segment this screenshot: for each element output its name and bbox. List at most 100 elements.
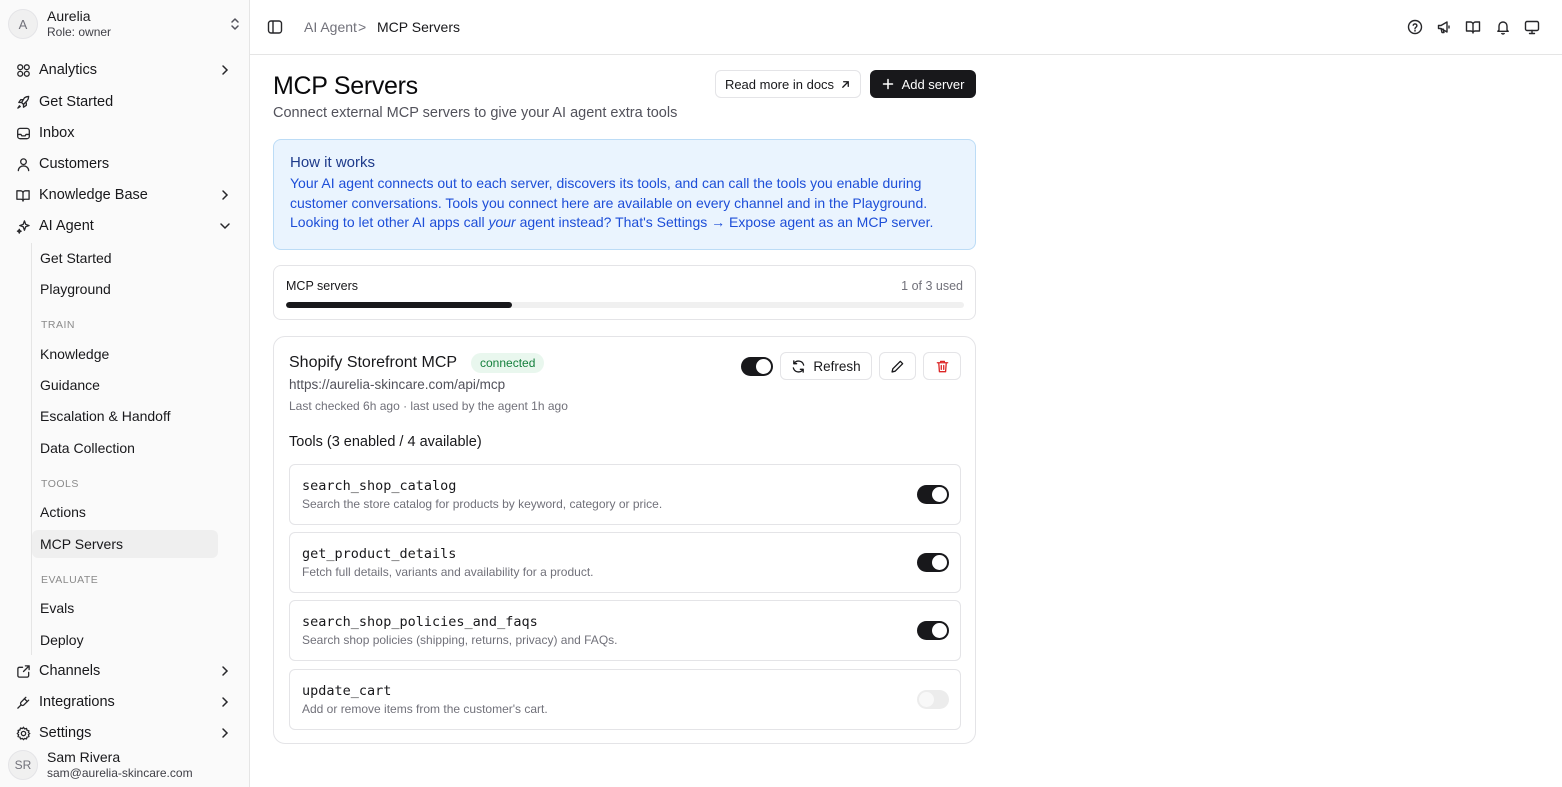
breadcrumb-current: MCP Servers xyxy=(377,19,460,35)
user-avatar: SR xyxy=(8,750,38,780)
tool-name: get_product_details xyxy=(302,546,457,562)
subnav-get-started[interactable]: Get Started xyxy=(32,244,218,272)
subnav-playground[interactable]: Playground xyxy=(32,275,218,303)
chevrons-up-down-icon xyxy=(231,18,239,30)
subnav-knowledge[interactable]: Knowledge xyxy=(32,340,218,368)
tool-description: Fetch full details, variants and availab… xyxy=(302,565,594,579)
tool-name: search_shop_catalog xyxy=(302,478,457,494)
add-server-label: Add server xyxy=(901,76,965,92)
nav-channels-label: Channels xyxy=(39,663,101,679)
chevron-down-icon xyxy=(220,223,230,230)
nav-customers-label: Customers xyxy=(39,156,110,172)
org-name: Aurelia xyxy=(47,8,91,24)
tool-description: Search shop policies (shipping, returns,… xyxy=(302,633,618,647)
share-icon xyxy=(15,663,31,679)
add-server-button[interactable]: Add server xyxy=(870,70,976,98)
callout-emphasis: your xyxy=(488,214,516,230)
chevron-right-icon xyxy=(222,190,229,200)
usage-count: 1 of 3 used xyxy=(901,279,963,293)
chevron-right-icon xyxy=(222,666,229,676)
page-subtitle: Connect external MCP servers to give you… xyxy=(273,105,678,121)
callout-line: agent instead? That's Settings → Expose … xyxy=(515,214,934,230)
toggle-knob xyxy=(756,359,771,374)
subnav-actions[interactable]: Actions xyxy=(32,498,218,526)
org-switcher[interactable]: A Aurelia Role: owner xyxy=(8,6,244,42)
tool-enabled-toggle[interactable] xyxy=(917,690,949,709)
subnav-evals[interactable]: Evals xyxy=(32,594,218,622)
nav-inbox[interactable]: Inbox xyxy=(8,119,242,147)
tools-heading: Tools (3 enabled / 4 available) xyxy=(289,434,482,450)
user-icon xyxy=(15,156,31,172)
nav-knowledge-base-label: Knowledge Base xyxy=(39,187,148,203)
nav-ai-agent[interactable]: AI Agent xyxy=(8,212,242,240)
nav-settings[interactable]: Settings xyxy=(8,719,242,747)
chevron-right-icon xyxy=(222,65,229,75)
arrow-up-right-icon xyxy=(842,80,849,88)
nav-customers[interactable]: Customers xyxy=(8,150,242,178)
nav-integrations-label: Integrations xyxy=(39,694,115,710)
breadcrumb-parent[interactable]: AI Agent xyxy=(304,19,357,35)
server-meta: Last checked 6h ago · last used by the a… xyxy=(289,399,568,413)
nav-analytics[interactable]: Analytics xyxy=(8,56,242,84)
status-badge: connected xyxy=(471,353,545,373)
subnav-data-collection[interactable]: Data Collection xyxy=(32,434,218,462)
callout-line: customer conversations. Tools you connec… xyxy=(290,194,928,211)
user-menu[interactable]: SR Sam Rivera sam@aurelia-skincare.com xyxy=(8,748,244,782)
nav-get-started-label: Get Started xyxy=(39,94,114,110)
sidebar-toggle-icon[interactable] xyxy=(267,19,283,35)
subnav-guidance[interactable]: Guidance xyxy=(32,371,218,399)
tool-enabled-toggle[interactable] xyxy=(917,553,949,572)
tool-enabled-toggle[interactable] xyxy=(917,485,949,504)
tool-row: search_shop_catalog Search the store cat… xyxy=(289,464,961,525)
tool-enabled-toggle[interactable] xyxy=(917,621,949,640)
book-open-icon xyxy=(15,187,31,203)
monitor-icon[interactable] xyxy=(1524,19,1540,35)
section-label-train: TRAIN xyxy=(41,319,75,331)
tool-row: update_cart Add or remove items from the… xyxy=(289,669,961,730)
subnav-deploy[interactable]: Deploy xyxy=(32,626,218,654)
callout-line: Your AI agent connects out to each serve… xyxy=(290,175,922,191)
nav-integrations[interactable]: Integrations xyxy=(8,688,242,716)
toggle-knob xyxy=(932,623,947,638)
megaphone-icon[interactable] xyxy=(1436,19,1452,35)
org-avatar: A xyxy=(8,9,38,39)
usage-label: MCP servers xyxy=(286,279,359,293)
server-card: Shopify Storefront MCP connected https:/… xyxy=(273,336,976,744)
tool-name: search_shop_policies_and_faqs xyxy=(302,614,538,630)
read-docs-button[interactable]: Read more in docs xyxy=(715,70,861,98)
toggle-knob xyxy=(932,555,947,570)
delete-server-button[interactable] xyxy=(923,352,961,380)
org-role: Role: owner xyxy=(47,25,112,39)
refresh-icon xyxy=(793,359,805,373)
help-circle-icon[interactable] xyxy=(1407,19,1423,35)
subnav-mcp-servers[interactable]: MCP Servers xyxy=(32,530,218,558)
refresh-button[interactable]: Refresh xyxy=(780,352,872,380)
sparkles-icon xyxy=(15,218,31,234)
read-docs-label: Read more in docs xyxy=(724,76,835,92)
server-enabled-toggle[interactable] xyxy=(741,357,773,376)
callout-line: Looking to let other AI apps call xyxy=(290,214,489,230)
toggle-knob xyxy=(932,487,947,502)
tool-description: Add or remove items from the customer's … xyxy=(302,702,548,716)
subnav-escalation[interactable]: Escalation & Handoff xyxy=(32,402,218,430)
nav-inbox-label: Inbox xyxy=(39,125,75,141)
toggle-knob xyxy=(919,692,934,707)
inbox-icon xyxy=(15,125,31,141)
bell-icon[interactable] xyxy=(1495,19,1511,35)
nav-ai-agent-label: AI Agent xyxy=(39,218,94,234)
book-open-icon[interactable] xyxy=(1465,19,1481,35)
nav-knowledge-base[interactable]: Knowledge Base xyxy=(8,181,242,209)
trash-icon xyxy=(936,360,948,372)
user-email: sam@aurelia-skincare.com xyxy=(47,766,193,780)
gear-icon xyxy=(15,725,31,741)
plus-icon xyxy=(882,78,893,90)
chevron-right-icon xyxy=(222,697,229,707)
edit-server-button[interactable] xyxy=(879,352,916,380)
breadcrumb-separator: > xyxy=(358,19,367,35)
user-name: Sam Rivera xyxy=(47,749,121,765)
rocket-icon xyxy=(15,94,31,110)
callout-title: How it works xyxy=(290,154,376,171)
nav-get-started[interactable]: Get Started xyxy=(8,88,242,116)
nav-channels[interactable]: Channels xyxy=(8,657,242,685)
plug-icon xyxy=(15,694,31,710)
